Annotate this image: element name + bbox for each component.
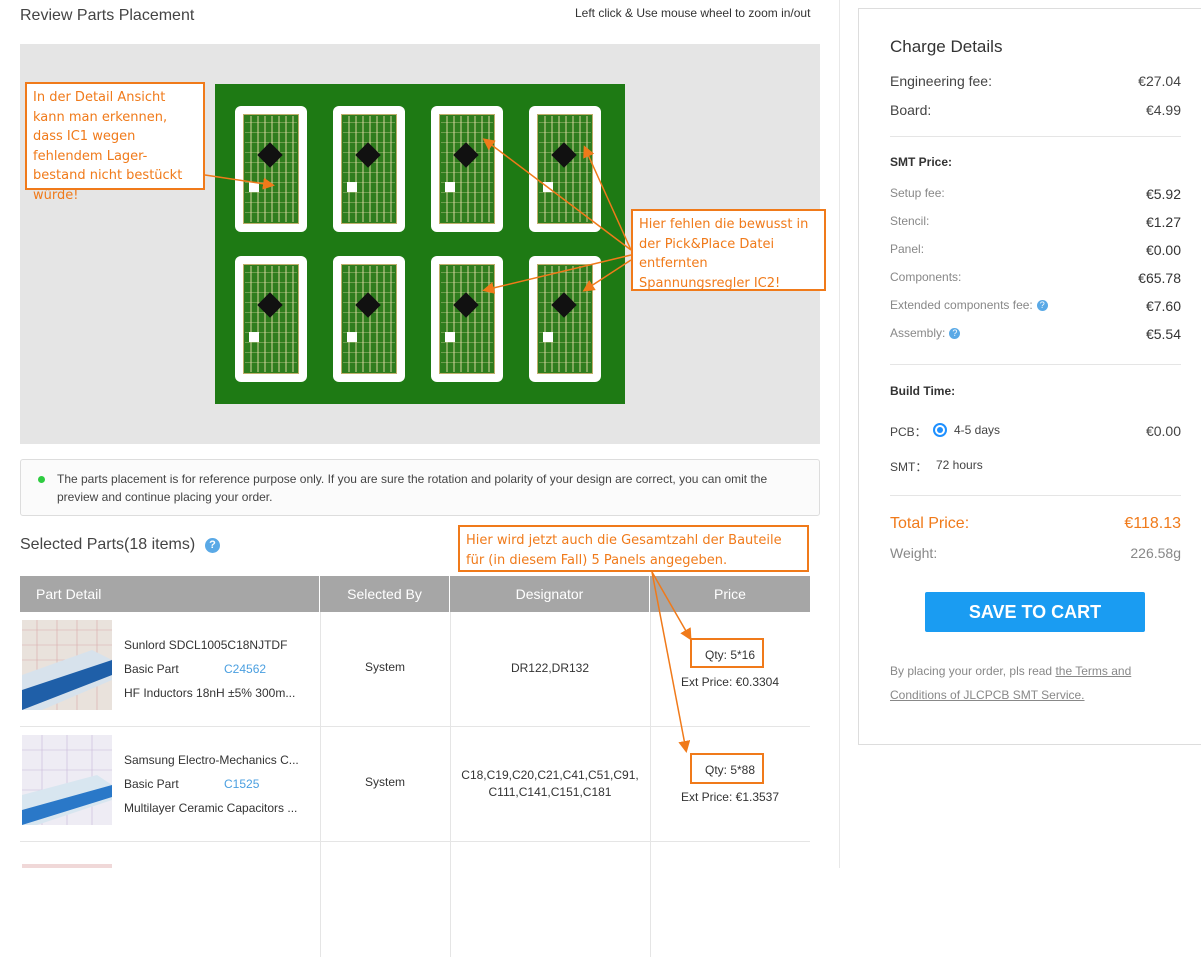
part-name: Samsung Electro-Mechanics C... <box>124 753 299 767</box>
part-code-link[interactable]: C24562 <box>224 662 266 676</box>
table-row: Sunlord SDCL1005C18NJTDF Basic Part C245… <box>20 612 810 727</box>
parts-table-header: Part Detail Selected By Designator Price <box>20 576 810 612</box>
part-code-link[interactable]: C1525 <box>224 777 259 791</box>
info-icon[interactable]: ? <box>949 328 961 339</box>
pcb-board <box>333 256 405 382</box>
designator: DR122,DR132 <box>510 661 590 675</box>
part-description: Multilayer Ceramic Capacitors ... <box>124 801 298 815</box>
pcb-radio[interactable] <box>933 423 947 437</box>
pcb-board <box>529 256 601 382</box>
part-type: Basic Part <box>124 662 179 676</box>
annotation-ic2: Hier fehlen die bewusst in der Pick&Plac… <box>631 209 826 291</box>
pcb-panel-image[interactable] <box>215 84 625 404</box>
notice-text: The parts placement is for reference pur… <box>57 472 768 504</box>
annotation-total: Hier wird jetzt auch die Gesamtzahl der … <box>458 525 809 572</box>
smt-price-title: SMT Price: <box>890 155 953 169</box>
table-row: Samsung Electro-Mechanics C... Basic Par… <box>20 727 810 842</box>
charge-title: Charge Details <box>890 37 1003 56</box>
designator: C18,C19,C20,C21,C41,C51,C91, C111,C141,C… <box>461 768 639 799</box>
qty-highlight <box>690 753 764 784</box>
save-to-cart-button[interactable]: SAVE TO CART <box>925 592 1145 632</box>
part-thumbnail[interactable] <box>22 620 112 710</box>
part-thumbnail[interactable] <box>22 735 112 825</box>
ext-price: Ext Price: €0.3304 <box>680 675 780 689</box>
page-title: Review Parts Placement <box>20 7 195 24</box>
pcb-board <box>431 256 503 382</box>
help-icon[interactable]: ? <box>205 538 220 553</box>
part-description: HF Inductors 18nH ±5% 300m... <box>124 686 296 700</box>
info-icon[interactable]: ? <box>1036 300 1048 311</box>
col-part-detail: Part Detail <box>20 576 320 612</box>
ext-price: Ext Price: €1.3537 <box>680 790 780 804</box>
qty-highlight <box>690 638 764 668</box>
selected-by: System <box>364 660 405 674</box>
table-row <box>20 842 810 957</box>
part-type: Basic Part <box>124 777 179 791</box>
terms-notice: By placing your order, pls read the Term… <box>890 664 1132 702</box>
col-selected-by: Selected By <box>320 576 450 612</box>
pcb-board <box>235 106 307 232</box>
pcb-board <box>431 106 503 232</box>
annotation-ic1: In der Detail Ansicht kann man erkennen,… <box>25 82 205 203</box>
selected-by: System <box>364 775 405 789</box>
pcb-board <box>529 106 601 232</box>
col-price: Price <box>714 586 746 602</box>
notice-dot-icon <box>38 476 45 483</box>
pcb-board <box>333 106 405 232</box>
charge-details-panel: Charge Details Engineering fee: €27.04 B… <box>858 8 1201 745</box>
build-time-title: Build Time: <box>890 384 956 398</box>
reference-notice: The parts placement is for reference pur… <box>20 459 820 516</box>
pcb-board <box>235 256 307 382</box>
part-name: Sunlord SDCL1005C18NJTDF <box>124 638 288 652</box>
selected-parts-title: Selected Parts(18 items) <box>20 536 196 553</box>
zoom-hint: Left click & Use mouse wheel to zoom in/… <box>575 6 811 20</box>
column-divider <box>839 0 840 868</box>
col-designator: Designator <box>450 576 650 612</box>
